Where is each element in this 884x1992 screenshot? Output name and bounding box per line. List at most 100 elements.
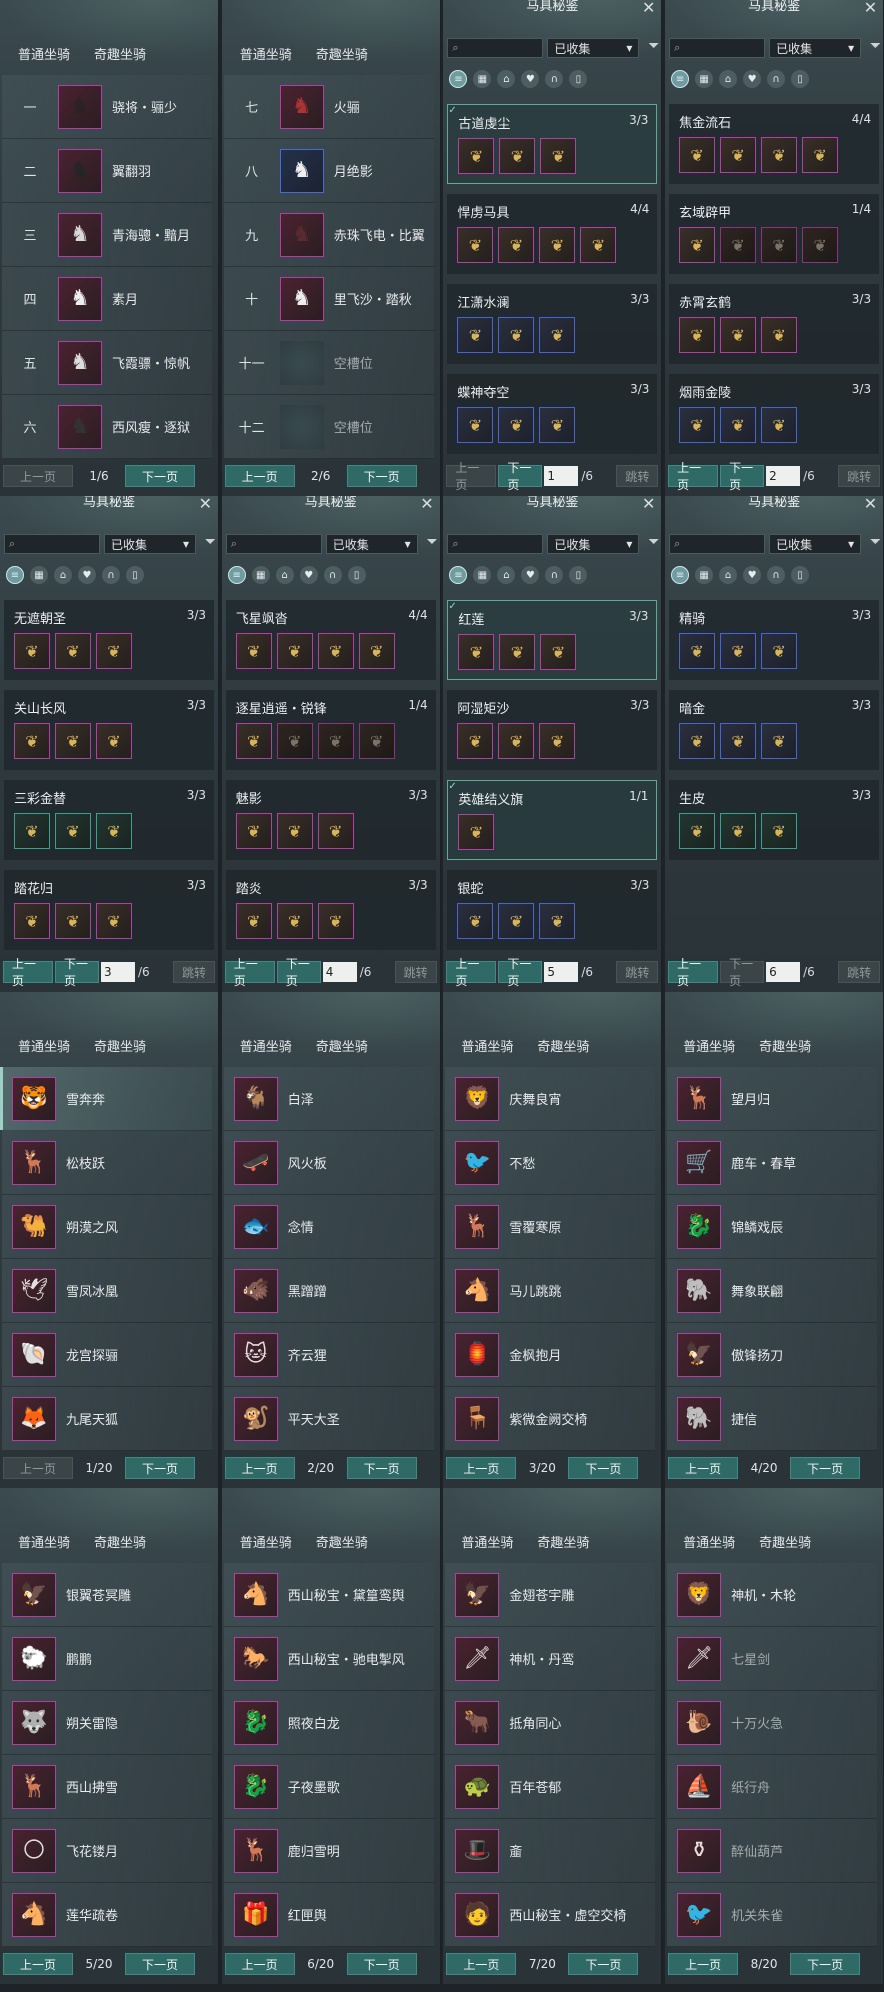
- page-number-input[interactable]: 5: [544, 962, 579, 982]
- category-icon[interactable]: ⌂: [497, 566, 516, 584]
- next-page-button[interactable]: 下一页: [346, 465, 417, 487]
- jump-button[interactable]: 跳转: [838, 465, 881, 487]
- mount-row[interactable]: 一 ♞ 骁将・骊少: [2, 75, 212, 139]
- mount-row[interactable]: 🦌 望月归: [667, 1067, 878, 1131]
- tack-item-icon[interactable]: ❦: [498, 317, 535, 353]
- mount-row[interactable]: 🐗 黑蹭蹭: [223, 1259, 434, 1323]
- tack-set[interactable]: 飞星飒沓 4/4 ❦ ❦ ❦ ❦: [225, 600, 436, 680]
- mount-row[interactable]: 🦊 九尾天狐: [2, 1387, 212, 1451]
- close-icon[interactable]: ✕: [199, 496, 212, 513]
- next-page-button[interactable]: 下一页: [498, 461, 543, 492]
- mount-row[interactable]: 🦁 庆舞良宵: [445, 1067, 656, 1131]
- mount-row[interactable]: 🎩 齑: [445, 1819, 656, 1883]
- prev-page-button[interactable]: 上一页: [668, 957, 719, 988]
- tack-set[interactable]: 阿湿矩沙 3/3 ❦ ❦ ❦: [447, 690, 658, 770]
- category-icon[interactable]: ▯: [791, 566, 810, 584]
- tack-set[interactable]: 烟雨金陵 3/3 ❦ ❦ ❦: [669, 374, 880, 454]
- prev-page-button[interactable]: 上一页: [3, 1457, 73, 1479]
- search-input[interactable]: ⌕: [4, 534, 100, 554]
- mount-row[interactable]: 🐘 舞象联翩: [667, 1259, 878, 1323]
- close-icon[interactable]: ✕: [864, 496, 877, 513]
- category-icon[interactable]: ▯: [791, 70, 810, 88]
- tack-set[interactable]: 暗金 3/3 ❦ ❦ ❦: [669, 690, 880, 770]
- tack-item-icon[interactable]: ❦: [499, 138, 536, 174]
- mount-row[interactable]: 二 ♞ 翼翻羽: [2, 139, 212, 203]
- mount-row[interactable]: 六 ♞ 西风瘦・逐狱: [2, 395, 212, 459]
- prev-page-button[interactable]: 上一页: [3, 1953, 73, 1975]
- prev-page-button[interactable]: 上一页: [446, 461, 497, 492]
- mount-row[interactable]: 🏮 金枫抱月: [445, 1323, 656, 1387]
- search-input[interactable]: ⌕: [669, 534, 766, 554]
- tack-item-icon[interactable]: ❦: [55, 723, 91, 759]
- tack-set[interactable]: 赤霄玄鹤 3/3 ❦ ❦ ❦: [669, 284, 880, 364]
- mount-row[interactable]: 🐯 雪奔奔: [0, 1067, 212, 1131]
- mount-row[interactable]: 🛒 鹿车・春草: [667, 1131, 878, 1195]
- tack-item-icon[interactable]: ❦: [539, 227, 576, 263]
- next-page-button[interactable]: 下一页: [125, 465, 195, 487]
- mount-row[interactable]: 🐱 齐云狸: [223, 1323, 434, 1387]
- tab-fun-mount[interactable]: 奇趣坐骑: [316, 44, 368, 68]
- tack-set[interactable]: 踏炎 3/3 ❦ ❦ ❦: [225, 870, 436, 950]
- tack-item-icon[interactable]: ❦: [720, 227, 757, 263]
- filter-icon[interactable]: ⏷: [648, 38, 659, 54]
- tack-item-icon[interactable]: ❦: [55, 903, 91, 939]
- mount-row[interactable]: 🐦 机关朱雀: [667, 1883, 878, 1947]
- mount-row[interactable]: 🪑 紫微金阙交椅: [445, 1387, 656, 1451]
- category-icon[interactable]: ∩: [102, 566, 120, 584]
- search-input[interactable]: ⌕: [669, 38, 766, 58]
- tack-set[interactable]: 魅影 3/3 ❦ ❦ ❦: [225, 780, 436, 860]
- tab-fun-mount[interactable]: 奇趣坐骑: [94, 44, 146, 68]
- tack-item-icon[interactable]: ❦: [96, 633, 132, 669]
- tack-item-icon[interactable]: ❦: [276, 903, 313, 939]
- mount-row[interactable]: 🐦 不愁: [445, 1131, 656, 1195]
- next-page-button[interactable]: 下一页: [346, 1457, 417, 1479]
- category-icon[interactable]: ▦: [473, 566, 492, 584]
- mount-row[interactable]: 八 ♞ 月绝影: [223, 139, 434, 203]
- close-icon[interactable]: ✕: [642, 0, 655, 17]
- jump-button[interactable]: 跳转: [616, 465, 659, 487]
- prev-page-button[interactable]: 上一页: [3, 957, 53, 988]
- jump-button[interactable]: 跳转: [838, 961, 881, 983]
- tack-item-icon[interactable]: ❦: [761, 723, 798, 759]
- tack-item-icon[interactable]: ❦: [358, 723, 395, 759]
- collection-filter-select[interactable]: 已收集 ▾: [325, 534, 418, 554]
- mount-row[interactable]: 🐌 十万火急: [667, 1691, 878, 1755]
- tack-item-icon[interactable]: ❦: [276, 633, 313, 669]
- tack-item-icon[interactable]: ❦: [679, 407, 716, 443]
- tack-item-icon[interactable]: ❦: [761, 317, 798, 353]
- tack-item-icon[interactable]: ❦: [317, 723, 354, 759]
- tack-item-icon[interactable]: ❦: [720, 407, 757, 443]
- tack-item-icon[interactable]: ❦: [14, 633, 50, 669]
- mount-row[interactable]: 🗡 神机・丹鸾: [445, 1627, 656, 1691]
- tack-item-icon[interactable]: ❦: [14, 813, 50, 849]
- tack-item-icon[interactable]: ❦: [457, 407, 494, 443]
- tack-item-icon[interactable]: ❦: [457, 227, 494, 263]
- tack-item-icon[interactable]: ❦: [458, 138, 495, 174]
- mount-row[interactable]: 🐉 子夜墨歌: [223, 1755, 434, 1819]
- mount-row[interactable]: 🐺 朔关雷隐: [2, 1691, 212, 1755]
- tack-item-icon[interactable]: ❦: [458, 634, 495, 670]
- mount-row[interactable]: 🐒 平天大圣: [223, 1387, 434, 1451]
- page-number-input[interactable]: 3: [101, 962, 135, 982]
- mount-row[interactable]: 🕊 雪凤冰凰: [2, 1259, 212, 1323]
- tack-item-icon[interactable]: ❦: [498, 227, 535, 263]
- collection-filter-select[interactable]: 已收集 ▾: [769, 534, 862, 554]
- tack-set[interactable]: ✓ 红莲 3/3 ❦ ❦ ❦: [447, 600, 658, 680]
- search-input[interactable]: ⌕: [447, 38, 544, 58]
- next-page-button[interactable]: 下一页: [790, 1457, 861, 1479]
- tack-item-icon[interactable]: ❦: [761, 137, 798, 173]
- category-icon[interactable]: ⌂: [54, 566, 72, 584]
- tab-normal-mount[interactable]: 普通坐骑: [683, 1036, 735, 1060]
- tack-item-icon[interactable]: ❦: [235, 723, 272, 759]
- tab-normal-mount[interactable]: 普通坐骑: [240, 44, 292, 68]
- jump-button[interactable]: 跳转: [173, 961, 215, 983]
- tab-normal-mount[interactable]: 普通坐骑: [240, 1036, 292, 1060]
- category-icon[interactable]: ⌂: [497, 70, 516, 88]
- category-icon[interactable]: ▦: [473, 70, 492, 88]
- tack-item-icon[interactable]: ❦: [317, 903, 354, 939]
- mount-row[interactable]: 🦌 西山拂雪: [2, 1755, 212, 1819]
- mount-row[interactable]: ⛵ 纸行舟: [667, 1755, 878, 1819]
- tack-item-icon[interactable]: ❦: [540, 138, 577, 174]
- tack-item-icon[interactable]: ❦: [317, 633, 354, 669]
- next-page-button[interactable]: 下一页: [125, 1457, 195, 1479]
